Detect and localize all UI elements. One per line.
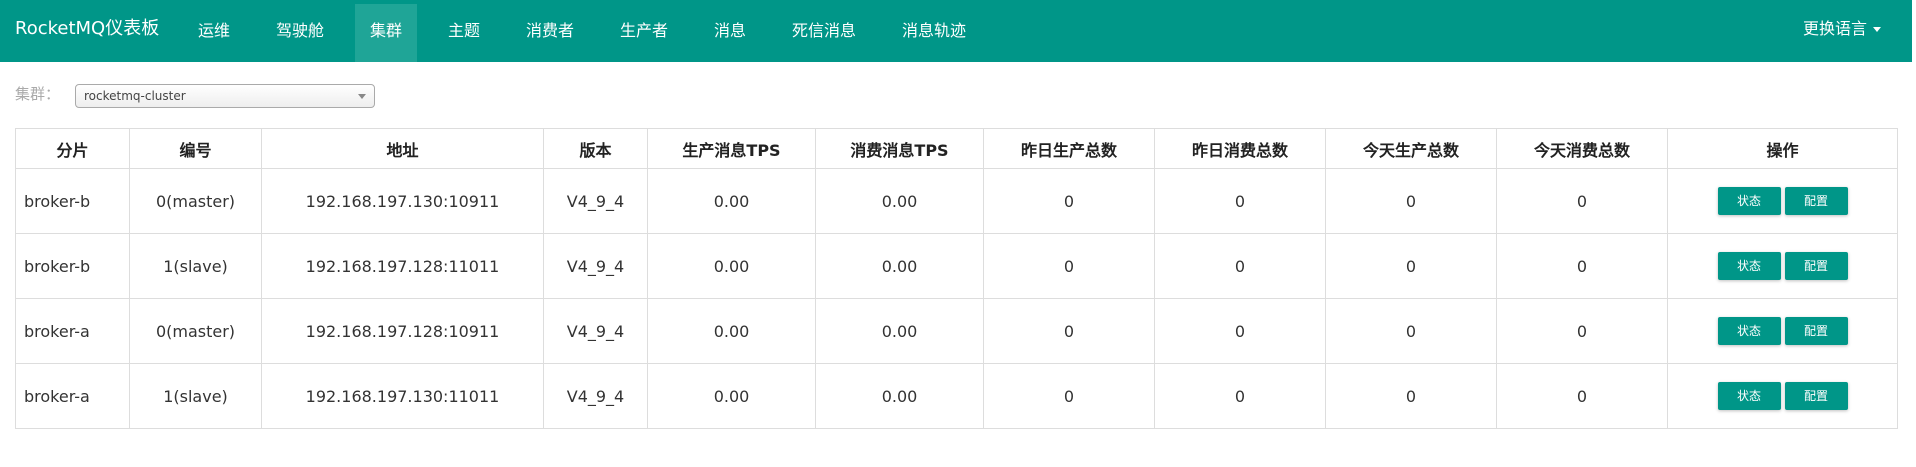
cell-today-consume: 0 [1496, 233, 1668, 299]
col-header-produce-tps: 生产消息TPS [647, 128, 816, 169]
cell-number: 1(slave) [129, 363, 262, 429]
status-button[interactable]: 状态 [1717, 317, 1781, 345]
nav-item-cluster[interactable]: 集群 [355, 4, 417, 62]
status-button[interactable]: 状态 [1717, 252, 1781, 280]
col-header-yesterday-produce: 昨日生产总数 [983, 128, 1155, 169]
language-label: 更换语言 [1803, 19, 1868, 38]
cell-yesterday-consume: 0 [1154, 298, 1326, 364]
cell-address: 192.168.197.128:10911 [261, 298, 544, 364]
config-button[interactable]: 配置 [1784, 317, 1848, 345]
cell-actions: 状态 配置 [1667, 168, 1898, 234]
table-row: broker-a 1(slave) 192.168.197.130:11011 … [15, 363, 1898, 429]
cell-shard: broker-b [15, 168, 130, 234]
col-header-address: 地址 [261, 128, 544, 169]
nav-item-topic[interactable]: 主题 [448, 0, 480, 62]
broker-table: 分片 编号 地址 版本 生产消息TPS 消费消息TPS 昨日生产总数 昨日消费总… [15, 128, 1898, 429]
cell-yesterday-produce: 0 [983, 298, 1155, 364]
cell-shard: broker-a [15, 363, 130, 429]
cell-yesterday-consume: 0 [1154, 363, 1326, 429]
nav-item-message[interactable]: 消息 [714, 0, 746, 62]
language-dropdown[interactable]: 更换语言 [1803, 0, 1882, 62]
cluster-label: 集群： [15, 85, 61, 103]
cell-number: 0(master) [129, 168, 262, 234]
cell-actions: 状态 配置 [1667, 233, 1898, 299]
status-button[interactable]: 状态 [1717, 187, 1781, 215]
cell-consume-tps: 0.00 [815, 363, 984, 429]
cell-today-produce: 0 [1325, 298, 1497, 364]
table-row: broker-b 0(master) 192.168.197.130:10911… [15, 168, 1898, 234]
config-button[interactable]: 配置 [1784, 187, 1848, 215]
cell-today-consume: 0 [1496, 168, 1668, 234]
table-row: broker-a 0(master) 192.168.197.128:10911… [15, 298, 1898, 364]
config-button[interactable]: 配置 [1784, 252, 1848, 280]
cluster-select-value: rocketmq-cluster [84, 89, 186, 103]
nav-item-consumer[interactable]: 消费者 [526, 0, 574, 62]
col-header-consume-tps: 消费消息TPS [815, 128, 984, 169]
cell-today-consume: 0 [1496, 363, 1668, 429]
cell-produce-tps: 0.00 [647, 298, 816, 364]
config-button[interactable]: 配置 [1784, 382, 1848, 410]
cell-yesterday-consume: 0 [1154, 168, 1326, 234]
col-header-actions: 操作 [1667, 128, 1898, 169]
cell-yesterday-produce: 0 [983, 168, 1155, 234]
cell-address: 192.168.197.130:10911 [261, 168, 544, 234]
top-navbar: RocketMQ仪表板 运维 驾驶舱 集群 主题 消费者 生产者 消息 死信消息… [0, 0, 1912, 62]
col-header-today-consume: 今天消费总数 [1496, 128, 1668, 169]
cell-produce-tps: 0.00 [647, 168, 816, 234]
cell-actions: 状态 配置 [1667, 298, 1898, 364]
cell-today-produce: 0 [1325, 363, 1497, 429]
cell-today-produce: 0 [1325, 233, 1497, 299]
cell-version: V4_9_4 [543, 168, 648, 234]
cluster-select[interactable]: rocketmq-cluster [75, 84, 375, 108]
cell-yesterday-produce: 0 [983, 363, 1155, 429]
col-header-number: 编号 [129, 128, 262, 169]
cell-consume-tps: 0.00 [815, 298, 984, 364]
caret-down-icon [1873, 27, 1882, 32]
nav-item-cluster-label: 集群 [369, 21, 402, 40]
table-header-row: 分片 编号 地址 版本 生产消息TPS 消费消息TPS 昨日生产总数 昨日消费总… [15, 128, 1898, 169]
cell-number: 0(master) [129, 298, 262, 364]
col-header-version: 版本 [543, 128, 648, 169]
cell-consume-tps: 0.00 [815, 233, 984, 299]
status-button[interactable]: 状态 [1717, 382, 1781, 410]
cell-version: V4_9_4 [543, 363, 648, 429]
cell-address: 192.168.197.130:11011 [261, 363, 544, 429]
nav-item-ops[interactable]: 运维 [198, 0, 230, 62]
col-header-shard: 分片 [15, 128, 130, 169]
nav-item-dashboard[interactable]: 驾驶舱 [276, 0, 324, 62]
cell-shard: broker-b [15, 233, 130, 299]
cell-today-consume: 0 [1496, 298, 1668, 364]
cell-shard: broker-a [15, 298, 130, 364]
cell-version: V4_9_4 [543, 233, 648, 299]
nav-item-dlq-message[interactable]: 死信消息 [792, 0, 856, 62]
cell-consume-tps: 0.00 [815, 168, 984, 234]
cell-yesterday-consume: 0 [1154, 233, 1326, 299]
cell-number: 1(slave) [129, 233, 262, 299]
table-row: broker-b 1(slave) 192.168.197.128:11011 … [15, 233, 1898, 299]
cell-yesterday-produce: 0 [983, 233, 1155, 299]
nav-item-producer[interactable]: 生产者 [620, 0, 668, 62]
dropdown-arrow-icon [358, 94, 366, 99]
cell-actions: 状态 配置 [1667, 363, 1898, 429]
cell-produce-tps: 0.00 [647, 363, 816, 429]
cell-version: V4_9_4 [543, 298, 648, 364]
col-header-today-produce: 今天生产总数 [1325, 128, 1497, 169]
cell-produce-tps: 0.00 [647, 233, 816, 299]
col-header-yesterday-consume: 昨日消费总数 [1154, 128, 1326, 169]
cell-today-produce: 0 [1325, 168, 1497, 234]
brand-title[interactable]: RocketMQ仪表板 [15, 0, 159, 62]
nav-item-message-trace[interactable]: 消息轨迹 [902, 0, 966, 62]
cell-address: 192.168.197.128:11011 [261, 233, 544, 299]
